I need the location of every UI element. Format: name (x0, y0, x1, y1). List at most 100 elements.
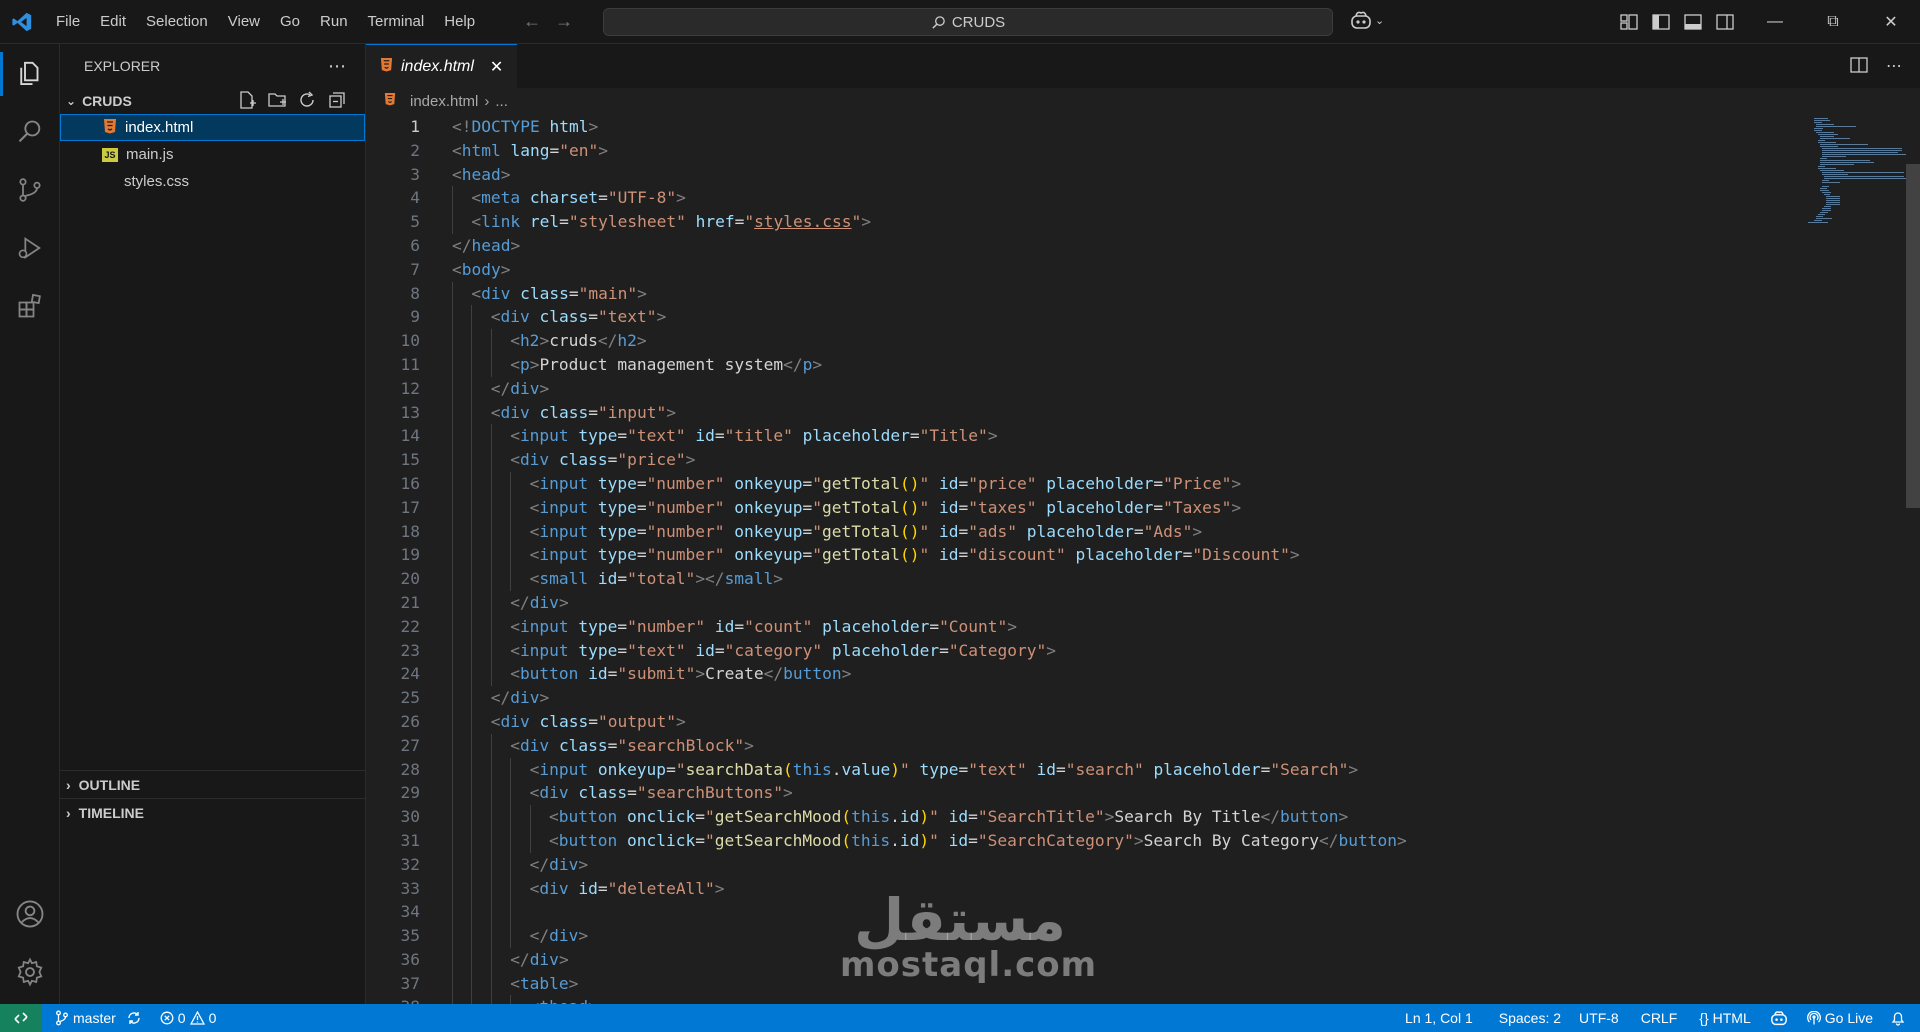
code-text: <head> (452, 164, 511, 184)
toggle-secondary-sidebar-icon[interactable] (1716, 14, 1734, 30)
toggle-panel-icon[interactable] (1684, 14, 1702, 30)
line-number: 2 (410, 140, 420, 160)
line-number: 6 (410, 235, 420, 255)
code-text: <input type="number" onkeyup="getTotal()… (529, 521, 1203, 541)
extensions-icon[interactable] (0, 278, 60, 334)
minimize-icon[interactable]: — (1746, 0, 1804, 44)
file-styles-css[interactable]: styles.css (60, 168, 365, 195)
indent-guide (471, 876, 473, 901)
toggle-primary-sidebar-icon[interactable] (1652, 14, 1670, 30)
code-line: 21 </div> (366, 590, 1920, 615)
code-text: <link rel="stylesheet" href="styles.css"… (471, 212, 872, 232)
code-line: 13 <div class="input"> (366, 400, 1920, 425)
eol-status[interactable]: CRLF (1632, 1010, 1687, 1026)
line-number: 5 (410, 212, 420, 232)
search-view-icon[interactable] (0, 104, 60, 160)
close-tab-icon[interactable]: ✕ (490, 57, 503, 77)
refresh-icon[interactable] (297, 90, 317, 110)
line-number: 37 (400, 973, 421, 993)
manage-gear-icon[interactable] (0, 944, 60, 1000)
code-text: <input type="number" onkeyup="getTotal()… (529, 473, 1242, 493)
folder-cruds[interactable]: ⌄ CRUDS (60, 88, 365, 114)
language-mode[interactable]: {} HTML (1690, 1010, 1759, 1026)
css-file-icon (102, 172, 116, 192)
sync-icon[interactable] (126, 1010, 142, 1026)
scrollbar-thumb[interactable] (1906, 164, 1920, 508)
code-line: 3 <head> (366, 163, 1920, 187)
problems-status[interactable]: 0 0 (151, 1010, 226, 1026)
indent-guide (490, 924, 492, 948)
breadcrumb-file[interactable]: index.html (410, 93, 478, 110)
indent-guide (471, 781, 473, 806)
menu-view[interactable]: View (218, 0, 270, 44)
encoding-status[interactable]: UTF-8 (1570, 1010, 1628, 1026)
forward-arrow-icon[interactable]: → (555, 11, 573, 32)
customize-layout-icon[interactable] (1620, 14, 1638, 30)
menu-go[interactable]: Go (270, 0, 310, 44)
file-main-js[interactable]: JS main.js (60, 141, 365, 168)
more-actions-icon[interactable]: ⋯ (1886, 56, 1902, 76)
indent-guide (452, 924, 453, 948)
minimap[interactable] (1806, 116, 1906, 236)
branch-status[interactable]: master (46, 1010, 151, 1026)
indent-guide (510, 828, 512, 853)
code-text: <button onclick="getSearchMood(this.id)"… (549, 830, 1407, 850)
copilot-menu[interactable]: ⌄ (1350, 10, 1384, 30)
new-file-icon[interactable] (237, 90, 257, 110)
timeline-section[interactable]: › TIMELINE (60, 798, 366, 826)
code-line: 5 <link rel="stylesheet" href="styles.css… (366, 210, 1920, 234)
code-editor[interactable]: 1 <!DOCTYPE html> 2 <html lang="en"> 3 <head>… (366, 115, 1920, 1004)
source-control-icon[interactable] (0, 162, 60, 218)
notifications-bell-icon[interactable] (1882, 1010, 1914, 1026)
indent-guide (490, 448, 492, 472)
breadcrumb-more[interactable]: ... (495, 93, 508, 110)
tab-index-html[interactable]: index.html ✕ (366, 44, 518, 88)
indent-guide (510, 900, 512, 925)
outline-section[interactable]: › OUTLINE (60, 770, 366, 798)
code-text: <div class="main"> (471, 283, 647, 303)
new-folder-icon[interactable] (267, 90, 287, 110)
indent-guide (490, 543, 492, 568)
indent-guide (490, 995, 492, 1004)
watermark-arabic: مستقل (853, 886, 1067, 954)
line-number: 4 (410, 188, 420, 208)
indent-guide (490, 757, 492, 782)
indent-guide (452, 400, 453, 425)
indentation-status[interactable]: Spaces: 2 (1490, 1010, 1570, 1026)
collapse-all-icon[interactable] (327, 90, 347, 110)
back-arrow-icon[interactable]: ← (523, 11, 541, 32)
more-actions-icon[interactable]: ⋯ (328, 56, 347, 77)
indent-guide (452, 662, 453, 687)
explorer-icon[interactable] (0, 46, 60, 102)
menu-selection[interactable]: Selection (136, 0, 218, 44)
go-live-button[interactable]: Go Live (1798, 1010, 1882, 1026)
cursor-position[interactable]: Ln 1, Col 1 (1396, 1010, 1482, 1026)
file-index-html[interactable]: index.html (60, 114, 365, 141)
close-icon[interactable]: ✕ (1862, 0, 1920, 44)
menu-file[interactable]: File (46, 0, 90, 44)
menu-help[interactable]: Help (434, 0, 485, 44)
restore-icon[interactable]: ⧉ (1804, 0, 1862, 44)
indent-guide (452, 305, 453, 330)
remote-indicator-icon[interactable] (0, 1004, 42, 1032)
split-editor-icon[interactable] (1850, 56, 1868, 74)
menu-terminal[interactable]: Terminal (358, 0, 435, 44)
menu-edit[interactable]: Edit (90, 0, 136, 44)
run-debug-icon[interactable] (0, 220, 60, 276)
indent-guide (471, 471, 473, 496)
indent-guide (452, 590, 453, 615)
accounts-icon[interactable] (0, 886, 60, 942)
indent-guide (510, 995, 512, 1004)
line-number: 36 (400, 949, 421, 969)
code-line: 24 <button id="submit">Create</button> (366, 662, 1920, 687)
vertical-scrollbar[interactable] (1906, 116, 1920, 1004)
copilot-status-icon[interactable] (1760, 1010, 1798, 1026)
indent-guide (510, 471, 512, 496)
indent-guide (490, 947, 492, 972)
command-center-search[interactable]: CRUDS (603, 8, 1333, 36)
menu-run[interactable]: Run (310, 0, 358, 44)
indent-guide (452, 186, 453, 211)
html-file-icon (103, 118, 117, 138)
watermark-latin: mostaql.com (840, 945, 1098, 985)
activity-bar (0, 44, 60, 1004)
